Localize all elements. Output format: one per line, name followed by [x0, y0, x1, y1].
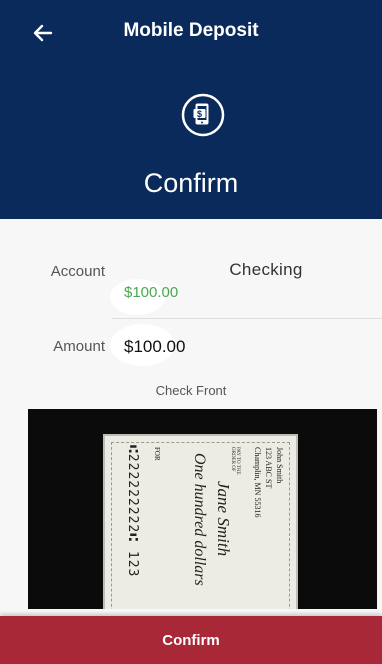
account-balance: $100.00	[124, 284, 179, 301]
check-payee: Jane Smith	[214, 481, 233, 557]
page-title: Mobile Deposit	[123, 20, 259, 41]
account-label: Account	[50, 263, 105, 280]
svg-text:$: $	[197, 109, 202, 119]
check: John Smith 123 ABC ST Champlin, MN 55316…	[103, 434, 298, 609]
account-value: Checking	[229, 260, 303, 279]
check-for-label: FOR	[153, 447, 161, 461]
check-front-label: Check Front	[155, 383, 227, 398]
check-address: 123 ABC ST	[264, 447, 273, 489]
check-pay-to-label: PAY TO THE ORDER OF	[230, 447, 240, 475]
check-routing-number: ⑆222222222⑆ 123	[125, 445, 140, 578]
mobile-deposit-confirm-screen: Mobile Deposit $ Confirm Account Checkin…	[0, 0, 382, 664]
divider	[112, 318, 382, 319]
amount-value: $100.00	[124, 337, 186, 356]
mobile-deposit-icon: $	[181, 93, 225, 137]
header: Mobile Deposit $ Confirm	[0, 0, 382, 219]
check-written-amount: One hundred dollars	[191, 453, 208, 586]
check-border: John Smith 123 ABC ST Champlin, MN 55316…	[111, 442, 290, 609]
amount-label: Amount	[53, 338, 105, 355]
confirmation-details: Account Checking $100.00 Amount $100.00 …	[0, 219, 382, 609]
check-city: Champlin, MN 55316	[253, 447, 262, 518]
check-front-image: John Smith 123 ABC ST Champlin, MN 55316…	[28, 409, 377, 609]
confirm-button-label: Confirm	[162, 631, 220, 649]
check-name: John Smith	[275, 447, 284, 484]
confirm-button[interactable]: Confirm	[0, 616, 382, 664]
header-subtitle: Confirm	[143, 168, 239, 198]
